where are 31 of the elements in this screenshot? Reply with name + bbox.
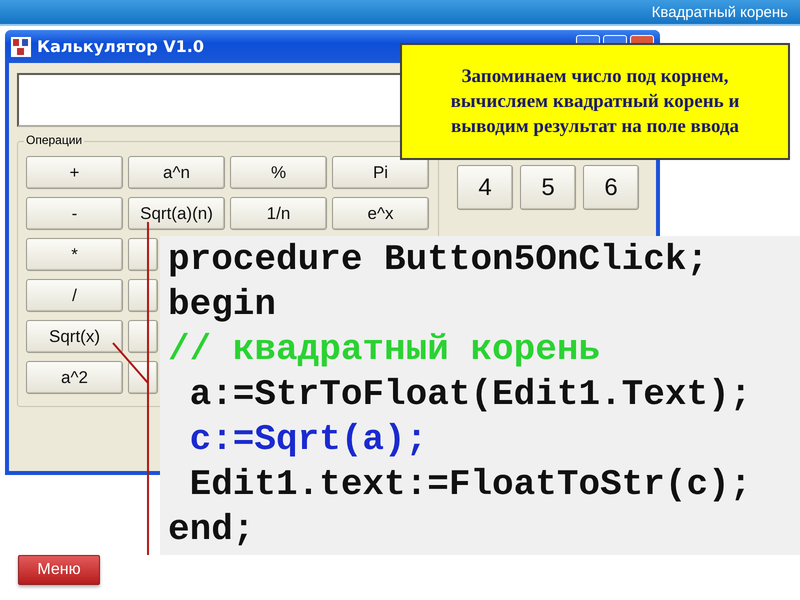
calc-button[interactable]: Sqrt(x) <box>26 320 123 353</box>
digit-button[interactable]: 4 <box>457 165 513 210</box>
digit-button[interactable]: 6 <box>583 165 639 210</box>
code-line: a:=StrToFloat(Edit1.Text); <box>188 373 752 417</box>
calc-button[interactable]: * <box>26 238 123 271</box>
code-line: begin <box>168 283 276 327</box>
calc-button[interactable]: 1/n <box>230 197 327 230</box>
calc-button[interactable]: / <box>26 279 123 312</box>
code-line: c:=Sqrt(a); <box>188 418 428 462</box>
calc-button[interactable]: + <box>26 156 123 189</box>
code-line: procedure Button5OnClick; <box>168 238 708 282</box>
code-line: end; <box>168 508 254 552</box>
calc-button[interactable]: e^x <box>332 197 429 230</box>
calc-button[interactable]: a^2 <box>26 361 123 394</box>
calc-button[interactable] <box>128 320 158 353</box>
calc-button[interactable]: % <box>230 156 327 189</box>
code-line: Edit1.text:=FloatToStr(c); <box>188 463 752 507</box>
calc-button[interactable] <box>128 279 158 312</box>
calc-button[interactable]: - <box>26 197 123 230</box>
code-line: // квадратный корень <box>168 328 600 372</box>
app-icon <box>11 36 31 56</box>
digit-button[interactable]: 5 <box>520 165 576 210</box>
callout-text: Запоминаем число под корнем, вычисляем квадратный корень и выводим результат на поле ввода <box>450 65 740 139</box>
window-title: Калькулятор V1.0 <box>37 37 204 56</box>
menu-button[interactable]: Меню <box>18 555 100 585</box>
group-label: Операции <box>24 133 84 147</box>
slide-title: Квадратный корень <box>652 4 788 20</box>
calc-button[interactable]: Sqrt(a)(n) <box>128 197 225 230</box>
calc-button[interactable]: a^n <box>128 156 225 189</box>
calc-button[interactable]: Pi <box>332 156 429 189</box>
calc-button[interactable] <box>128 238 158 271</box>
